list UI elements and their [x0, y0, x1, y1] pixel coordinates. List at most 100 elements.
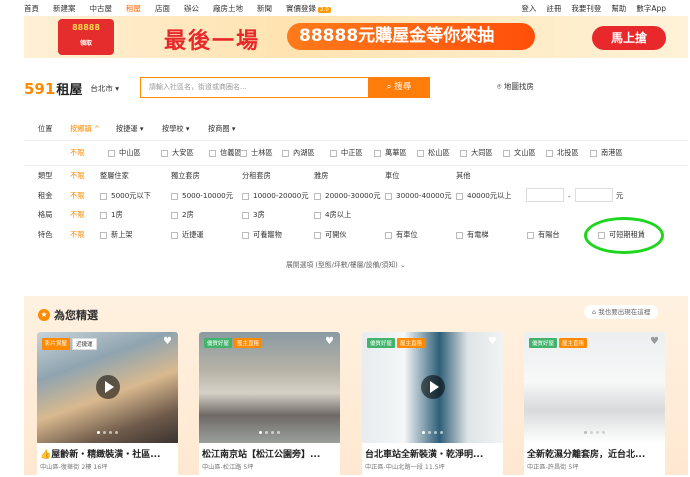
nav-price[interactable]: 實價登錄 2.0 — [286, 3, 345, 14]
type-option[interactable]: 雅房 — [314, 171, 328, 181]
tab-mrt[interactable]: 按捷運 ▾ — [116, 124, 143, 134]
rent-row: 租金 不限 5000元以下 5000-10000元 10000-20000元 2… — [24, 188, 688, 203]
app-link[interactable]: 數字App — [636, 3, 666, 14]
feature-option[interactable]: 有陽台 — [527, 230, 560, 240]
banner-cta-button[interactable]: 馬上搶 — [592, 26, 666, 50]
nav-shop[interactable]: 店面 — [155, 3, 170, 14]
feature-option[interactable]: 有電梯 — [456, 230, 489, 240]
feature-option[interactable]: 新上架 — [100, 230, 133, 240]
feature-option[interactable]: 可養寵物 — [242, 230, 282, 240]
listing-card[interactable]: 影片賞屋 近捷運 ♥ 👍屋齡新・精緻裝潢・社區... 中山區-復華街 2樓 16坪 — [37, 332, 178, 477]
play-icon[interactable] — [421, 375, 445, 399]
site-header: 591租屋 台北市 ▾ 請輸入社區名，街道或商圈名... ⌕ 搜尋 ⌾ 地圖找房 — [24, 76, 688, 100]
type-option[interactable]: 分租套房 — [242, 171, 271, 181]
listing-card[interactable]: 優質好屋 屋主直租 ♥ 台北車站全新裝潢・乾淨明... 中正區-中山北路一段 11… — [362, 332, 503, 477]
district-row: 不限 中山區 大安區 信義區 士林區 內湖區 中正區 萬華區 松山區 大同區 文… — [24, 146, 688, 160]
district-option[interactable]: 士林區 — [240, 148, 273, 158]
district-option[interactable]: 松山區 — [417, 148, 450, 158]
divider — [24, 140, 688, 141]
district-nolimit[interactable]: 不限 — [70, 148, 84, 158]
district-option[interactable]: 中正區 — [330, 148, 363, 158]
nav-used[interactable]: 中古屋 — [90, 3, 113, 14]
district-option[interactable]: 文山區 — [503, 148, 536, 158]
district-option[interactable]: 大同區 — [460, 148, 493, 158]
listing-tag: 優質好屋 — [529, 338, 558, 348]
district-option[interactable]: 大安區 — [161, 148, 194, 158]
rent-unit: 元 — [616, 191, 624, 200]
search-input[interactable]: 請輸入社區名，街道或商圈名... — [140, 77, 368, 98]
nav-news[interactable]: 新聞 — [257, 3, 272, 14]
carousel-dots — [422, 431, 443, 434]
district-option[interactable]: 內湖區 — [282, 148, 315, 158]
rent-option[interactable]: 40000元以上 — [456, 191, 511, 201]
favorite-icon[interactable]: ♥ — [487, 337, 498, 347]
top-nav: 首頁 新建案 中古屋 租屋 店面 辦公 廠房土地 新聞 實價登錄 2.0 登入 註… — [0, 0, 690, 16]
type-label: 類型 — [38, 171, 53, 180]
layout-option[interactable]: 3房 — [242, 210, 265, 220]
listing-tag: 優質好屋 — [204, 338, 233, 348]
layout-nolimit[interactable]: 不限 — [70, 210, 84, 220]
listing-card[interactable]: 優質好屋 屋主直租 ♥ 全新乾濕分離套房，近台北... 中正區-許昌街 5坪 — [524, 332, 665, 477]
rent-option[interactable]: 20000-30000元 — [314, 191, 381, 201]
promo-banner[interactable]: 88888 領取 最後一場 88888元購屋金等你來抽 馬上搶 — [24, 16, 688, 58]
favorite-icon[interactable]: ♥ — [649, 337, 660, 347]
rent-max-input[interactable] — [575, 188, 613, 202]
listing-title[interactable]: 👍屋齡新・精緻裝潢・社區... — [40, 447, 176, 460]
tab-school[interactable]: 按學校 ▾ — [162, 124, 189, 134]
type-option[interactable]: 車位 — [385, 171, 399, 181]
layout-option[interactable]: 4房以上 — [314, 210, 351, 220]
nav-rent[interactable]: 租屋 — [126, 3, 141, 14]
favorite-icon[interactable]: ♥ — [162, 337, 173, 347]
nav-home[interactable]: 首頁 — [24, 3, 39, 14]
tab-district[interactable]: 按鄉鎮 ^ — [70, 124, 100, 134]
rent-option[interactable]: 5000-10000元 — [171, 191, 233, 201]
post-link[interactable]: 我要刊登 — [571, 3, 601, 14]
listing-meta: 中正區-中山北路一段 11.5坪 — [365, 464, 445, 471]
rent-min-input[interactable] — [526, 188, 564, 202]
listing-card[interactable]: 優質好屋 屋主直租 ♥ 松江南京站【松江公園旁】... 中山區-松江路 5坪 — [199, 332, 340, 477]
search-button[interactable]: ⌕ 搜尋 — [368, 77, 430, 98]
carousel-dots — [259, 431, 280, 434]
listing-tag: 優質好屋 — [367, 338, 396, 348]
layout-row: 格局 不限 1房 2房 3房 4房以上 — [24, 208, 688, 222]
login-link[interactable]: 登入 — [521, 3, 536, 14]
feature-option[interactable]: 有車位 — [385, 230, 418, 240]
carousel-dots — [97, 431, 118, 434]
map-search-link[interactable]: ⌾ 地圖找房 — [497, 81, 534, 92]
nav-office[interactable]: 辦公 — [184, 3, 199, 14]
expand-options-link[interactable]: 展開選項 (型態/坪數/樓層/設備/須知) ⌄ — [286, 259, 406, 269]
site-logo[interactable]: 591租屋 — [24, 79, 82, 98]
rent-nolimit[interactable]: 不限 — [70, 191, 84, 201]
listing-title[interactable]: 全新乾濕分離套房，近台北... — [527, 447, 663, 460]
favorite-icon[interactable]: ♥ — [324, 337, 335, 347]
play-icon[interactable] — [96, 375, 120, 399]
register-link[interactable]: 註冊 — [546, 3, 561, 14]
layout-option[interactable]: 2房 — [171, 210, 194, 220]
district-option[interactable]: 中山區 — [108, 148, 141, 158]
feature-option[interactable]: 近捷運 — [171, 230, 204, 240]
type-option[interactable]: 整層住家 — [100, 171, 129, 181]
advertise-button[interactable]: ⌂ 我也要出現在這裡 — [584, 305, 659, 319]
type-nolimit[interactable]: 不限 — [70, 171, 84, 181]
listing-title[interactable]: 台北車站全新裝潢・乾淨明... — [365, 447, 501, 460]
listing-title[interactable]: 松江南京站【松江公園旁】... — [202, 447, 338, 460]
district-option[interactable]: 萬華區 — [374, 148, 407, 158]
rent-option[interactable]: 10000-20000元 — [242, 191, 309, 201]
listing-meta: 中山區-復華街 2樓 16坪 — [40, 464, 108, 471]
feature-nolimit[interactable]: 不限 — [70, 230, 84, 240]
tab-shopping[interactable]: 按商圈 ▾ — [208, 124, 235, 134]
rent-option[interactable]: 30000-40000元 — [385, 191, 452, 201]
layout-option[interactable]: 1房 — [100, 210, 123, 220]
rent-option[interactable]: 5000元以下 — [100, 191, 151, 201]
help-link[interactable]: 幫助 — [611, 3, 626, 14]
nav-new-project[interactable]: 新建案 — [53, 3, 76, 14]
district-option[interactable]: 北投區 — [546, 148, 579, 158]
district-option[interactable]: 信義區 — [209, 148, 242, 158]
nav-factory[interactable]: 廠房土地 — [213, 3, 243, 14]
listing-meta: 中山區-松江路 5坪 — [202, 464, 254, 471]
feature-option[interactable]: 可開伙 — [314, 230, 347, 240]
type-option[interactable]: 其他 — [456, 171, 470, 181]
district-option[interactable]: 南港區 — [590, 148, 623, 158]
type-option[interactable]: 獨立套房 — [171, 171, 200, 181]
city-selector[interactable]: 台北市 ▾ — [90, 83, 119, 94]
